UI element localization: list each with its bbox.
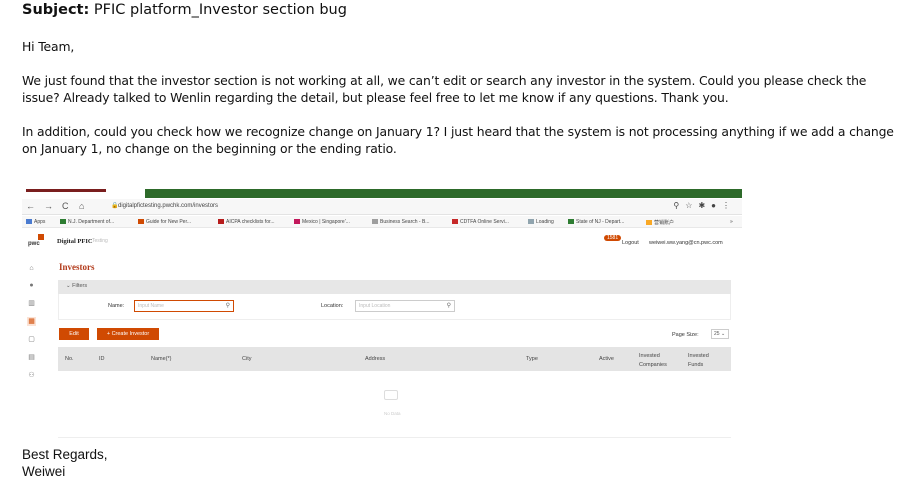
col-invested-funds[interactable]: Invested Funds (688, 352, 718, 370)
filters-toggle[interactable]: ⌄ Filters (58, 280, 731, 294)
col-type[interactable]: Type (526, 356, 538, 362)
col-invested-companies[interactable]: Invested Companies (639, 352, 675, 370)
empty-state-text: No Data (384, 411, 401, 416)
building-nav-icon[interactable]: ▥ (27, 299, 36, 308)
email-signature: Weiwei (22, 464, 66, 479)
location-search-input[interactable]: Input Location ⚲ (355, 300, 455, 312)
back-icon[interactable]: ← (26, 201, 35, 211)
filter-row: Name: Input Name ⚲ Location: Input Locati… (58, 294, 731, 320)
email-paragraph-1: We just found that the investor section … (22, 73, 867, 105)
create-investor-button[interactable]: + Create Investor (97, 328, 159, 340)
table-header: No. ID Name(*) City Address Type Active … (58, 347, 731, 371)
home-nav-icon[interactable]: ⌂ (27, 264, 36, 273)
browser-actions-icons[interactable]: ⚲☆✱●⋮ (673, 201, 736, 210)
bookmark-3[interactable]: AICPA checklists for... (218, 219, 275, 225)
bookmark-5[interactable]: Business Search - B... (372, 219, 429, 225)
bookmark-1[interactable]: N.J. Department of... (60, 219, 114, 225)
email-closing: Best Regards, (22, 447, 108, 462)
report-nav-icon[interactable]: ▤ (27, 353, 36, 362)
bookmark-apps[interactable]: Apps (26, 219, 45, 225)
search-icon: ⚲ (446, 303, 451, 309)
page-size-select[interactable]: 25 ⌄ (711, 329, 729, 339)
tab-strip-bar (145, 189, 742, 198)
col-address[interactable]: Address (365, 356, 385, 362)
pwc-logo: pwc (28, 234, 44, 247)
app-header: pwc Digital PFIC Testing 1581 Logout wei… (22, 232, 742, 250)
col-no[interactable]: No. (65, 356, 74, 362)
document-nav-icon[interactable]: ▢ (27, 335, 36, 344)
email-paragraph-2: In addition, could you check how we reco… (22, 124, 894, 156)
app-title: Digital PFIC (57, 238, 93, 245)
reload-icon[interactable]: C (62, 201, 69, 211)
tab-indicator (26, 189, 106, 192)
edit-button[interactable]: Edit (59, 328, 89, 340)
col-active[interactable]: Active (599, 356, 614, 362)
subject-text: PFIC platform_Investor section bug (89, 2, 347, 18)
browser-address-bar: ← → C ⌂ 🔒 digitalpfictesting.pwchk.com/i… (22, 199, 742, 215)
location-label: Location: (321, 303, 344, 309)
notification-badge[interactable]: 1581 (604, 235, 622, 241)
bookmark-7[interactable]: Loading (528, 219, 554, 225)
bookmarks-bar: Apps N.J. Department of... Guide for New… (22, 216, 742, 228)
dashboard-nav-icon[interactable]: ● (27, 281, 36, 290)
app-sidebar: ⌂ ● ▥ ▦ ▢ ▤ ⚇ (22, 256, 42, 396)
bookmarks-more[interactable]: » (730, 219, 733, 225)
col-id[interactable]: ID (99, 356, 105, 362)
subject-label: Subject: (22, 2, 90, 18)
forward-icon[interactable]: → (44, 201, 53, 211)
search-icon: ⚲ (225, 303, 230, 309)
bookmark-4[interactable]: Mexico | Singapore'... (294, 219, 350, 225)
embedded-screenshot: ← → C ⌂ 🔒 digitalpfictesting.pwchk.com/i… (22, 186, 742, 442)
email-greeting: Hi Team, (22, 39, 75, 54)
browser-tab-strip (22, 186, 742, 198)
col-city[interactable]: City (242, 356, 251, 362)
table-bottom-border (58, 437, 731, 438)
app-title-suffix: Testing (92, 238, 108, 244)
name-search-input[interactable]: Input Name ⚲ (134, 300, 234, 312)
page-size-label: Page Size: (672, 332, 699, 338)
empty-inbox-icon (384, 390, 398, 400)
user-email: weiwei.ww.yang@cn.pwc.com (649, 240, 723, 246)
bookmark-2[interactable]: Guide for New Per... (138, 219, 191, 225)
bookmark-9[interactable]: 营销账户 (646, 219, 674, 226)
col-name[interactable]: Name(*) (151, 356, 171, 362)
email-subject: Subject: PFIC platform_Investor section … (22, 2, 347, 18)
filters-label: ⌄ Filters (66, 283, 88, 289)
users-nav-icon[interactable]: ⚇ (27, 371, 36, 380)
url-text[interactable]: digitalpfictesting.pwchk.com/investors (118, 203, 218, 209)
bookmark-8[interactable]: State of NJ - Depart... (568, 219, 624, 225)
name-label: Name: (108, 303, 125, 309)
investors-nav-icon[interactable]: ▦ (27, 317, 36, 326)
home-icon[interactable]: ⌂ (79, 201, 84, 211)
logout-link[interactable]: Logout (622, 240, 639, 246)
bookmark-6[interactable]: CDTFA Online Servi... (452, 219, 509, 225)
page-title: Investors (59, 262, 95, 272)
